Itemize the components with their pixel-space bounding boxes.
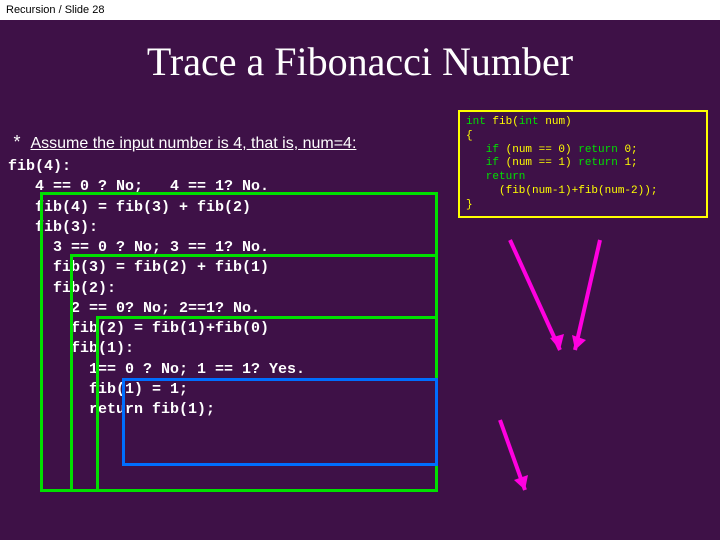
code-text: num) <box>539 116 572 128</box>
code-text: 1; <box>618 157 638 169</box>
assume-text: Assume the input number is 4, that is, n… <box>30 135 356 152</box>
kw-int2: int <box>519 116 539 128</box>
code-text: fib( <box>486 116 519 128</box>
code-text: (fib(num-1)+fib(num-2)); <box>466 185 657 197</box>
arrow-diagram <box>470 230 690 510</box>
kw-if: if <box>466 144 499 156</box>
assume-line: * Assume the input number is 4, that is,… <box>8 132 356 153</box>
code-snippet: int fib(int num) { if (num == 0) return … <box>458 110 708 218</box>
code-text: 0; <box>618 144 638 156</box>
slide-header: Recursion / Slide 28 <box>0 0 720 20</box>
code-text: (num == 0) <box>499 144 578 156</box>
bullet-marker: * <box>8 132 26 153</box>
code-text: { <box>466 130 473 142</box>
code-text: } <box>466 199 473 211</box>
kw-int: int <box>466 116 486 128</box>
trace-line: fib(4): <box>8 158 71 175</box>
kw-return: return <box>578 157 618 169</box>
slide-title: Trace a Fibonacci Number <box>0 38 720 85</box>
code-text: (num == 1) <box>499 157 578 169</box>
frame-fib1 <box>122 378 438 466</box>
kw-return: return <box>578 144 618 156</box>
kw-return: return <box>466 171 525 183</box>
kw-if: if <box>466 157 499 169</box>
